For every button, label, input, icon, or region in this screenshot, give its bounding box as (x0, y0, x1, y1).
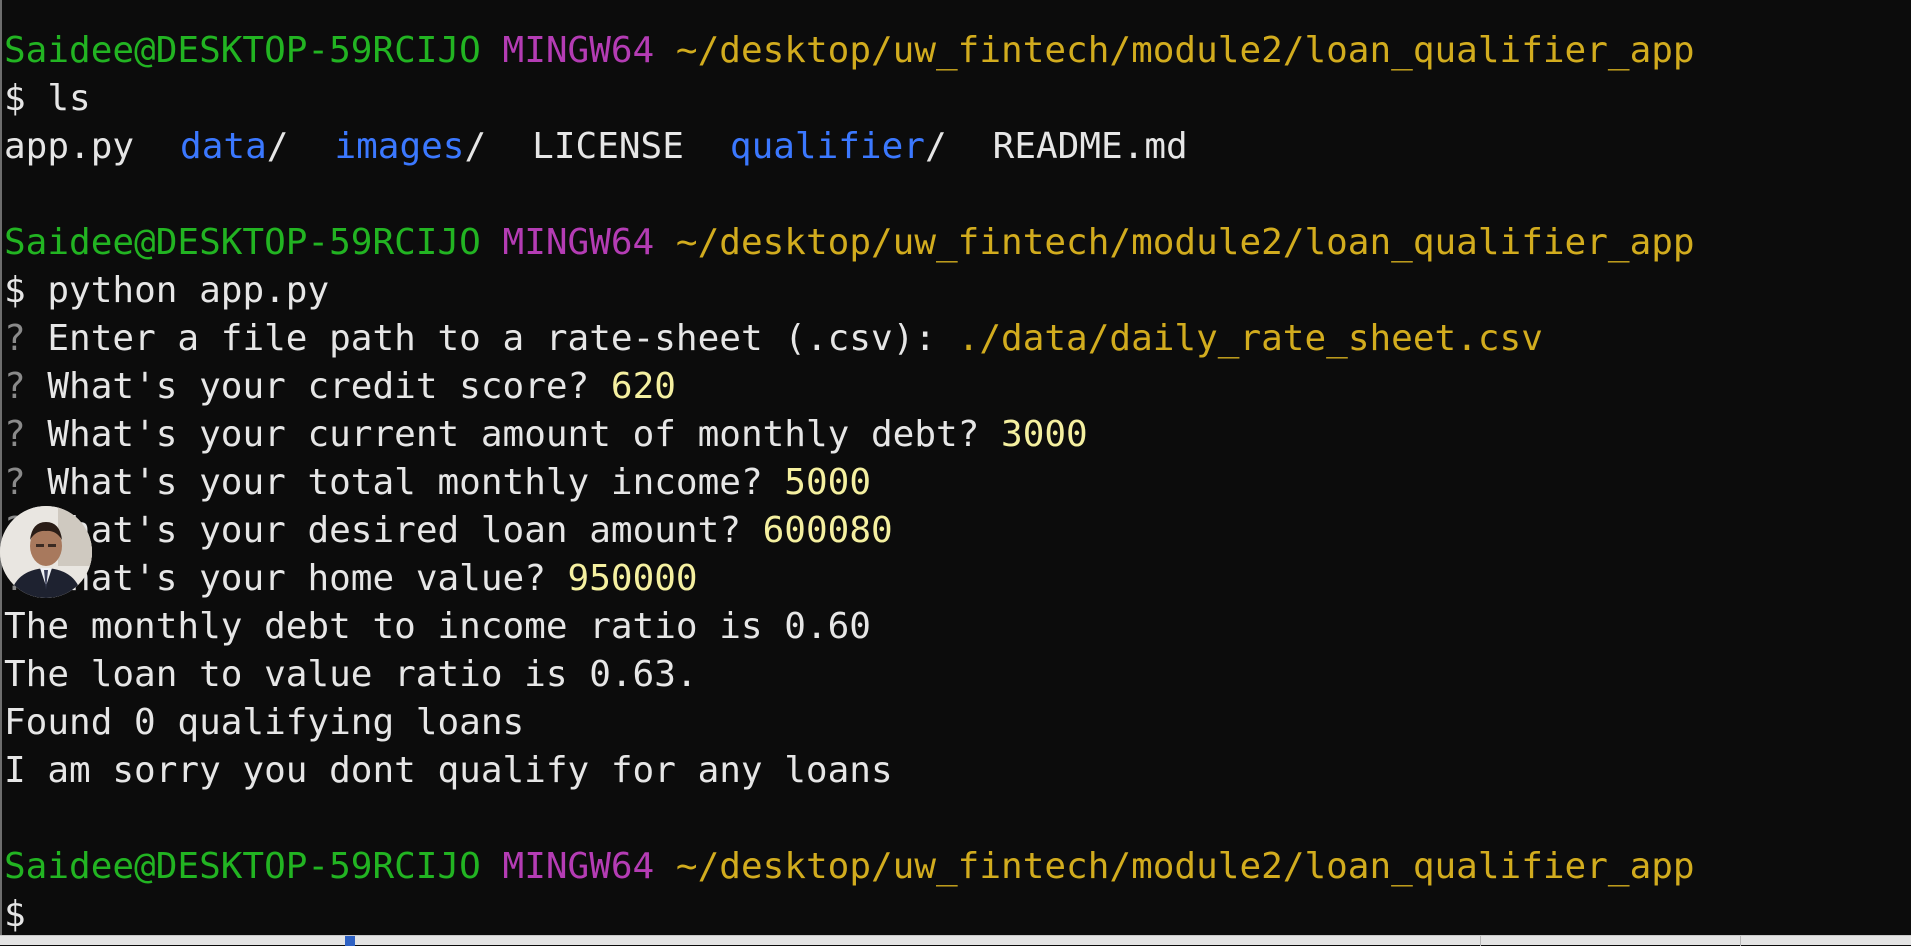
command-line: $ python app.py (4, 267, 1911, 315)
listing-file: LICENSE (532, 126, 684, 167)
webcam-avatar-icon[interactable] (0, 506, 92, 598)
question-mark-icon: ? (4, 318, 26, 359)
question-line: ? What's your credit score? 620 (4, 363, 1911, 411)
terminal-window[interactable]: Saidee@DESKTOP-59RCIJO MINGW64 ~/desktop… (0, 0, 1911, 935)
prompt-symbol: $ (4, 894, 26, 935)
question-text: Enter a file path to a rate-sheet (.csv)… (47, 318, 958, 359)
listing-file: README.md (992, 126, 1188, 167)
question-answer: ./data/daily_rate_sheet.csv (957, 318, 1543, 359)
prompt-user-host: Saidee@DESKTOP-59RCIJO (4, 222, 481, 263)
question-line: ? What's your desired loan amount? 60008… (4, 507, 1911, 555)
command-text: ls (47, 78, 91, 119)
listing-dir-suffix: / (464, 126, 487, 167)
question-text: What's your desired loan amount? (47, 510, 763, 551)
prompt-line: Saidee@DESKTOP-59RCIJO MINGW64 ~/desktop… (4, 843, 1911, 891)
question-answer: 5000 (784, 462, 871, 503)
question-answer: 950000 (567, 558, 698, 599)
listing-directory: qualifier (729, 126, 925, 167)
prompt-user-host: Saidee@DESKTOP-59RCIJO (4, 30, 481, 71)
question-line: ? Enter a file path to a rate-sheet (.cs… (4, 315, 1911, 363)
question-mark-icon: ? (4, 462, 26, 503)
prompt-symbol: $ (4, 270, 26, 311)
prompt-user-host: Saidee@DESKTOP-59RCIJO (4, 846, 481, 887)
question-mark-icon: ? (4, 414, 26, 455)
taskbar (0, 935, 1911, 946)
prompt-path: ~/desktop/uw_fintech/module2/loan_qualif… (675, 846, 1695, 887)
output-line: Found 0 qualifying loans (4, 702, 525, 743)
command-line: $ ls (4, 75, 1911, 123)
question-text: What's your home value? (47, 558, 568, 599)
question-line: ? What's your total monthly income? 5000 (4, 459, 1911, 507)
question-answer: 620 (610, 366, 676, 407)
listing-dir-suffix: / (266, 126, 289, 167)
prompt-line: Saidee@DESKTOP-59RCIJO MINGW64 ~/desktop… (4, 27, 1911, 75)
question-text: What's your total monthly income? (47, 462, 785, 503)
listing-file: app.py (4, 126, 135, 167)
prompt-line: Saidee@DESKTOP-59RCIJO MINGW64 ~/desktop… (4, 219, 1911, 267)
prompt-path: ~/desktop/uw_fintech/module2/loan_qualif… (675, 222, 1695, 263)
command-line[interactable]: $ (4, 891, 1911, 939)
question-mark-icon: ? (4, 366, 26, 407)
question-text: What's your credit score? (47, 366, 611, 407)
prompt-path: ~/desktop/uw_fintech/module2/loan_qualif… (675, 30, 1695, 71)
directory-listing: app.py data/images/LICENSE qualifier/READM… (4, 123, 1911, 171)
listing-directory: images (334, 126, 465, 167)
question-answer: 600080 (762, 510, 893, 551)
listing-dir-suffix: / (924, 126, 947, 167)
question-line: ? What's your current amount of monthly … (4, 411, 1911, 459)
output-line: I am sorry you dont qualify for any loan… (4, 750, 893, 791)
listing-directory: data (180, 126, 267, 167)
question-text: What's your current amount of monthly de… (47, 414, 1002, 455)
question-line: ? What's your home value? 950000 (4, 555, 1911, 603)
question-answer: 3000 (1001, 414, 1088, 455)
output-line: The monthly debt to income ratio is 0.60 (4, 606, 871, 647)
prompt-env: MINGW64 (502, 222, 655, 263)
prompt-env: MINGW64 (502, 30, 655, 71)
output-line: The loan to value ratio is 0.63. (4, 654, 698, 695)
command-text: python app.py (47, 270, 330, 311)
prompt-env: MINGW64 (502, 846, 655, 887)
prompt-symbol: $ (4, 78, 26, 119)
